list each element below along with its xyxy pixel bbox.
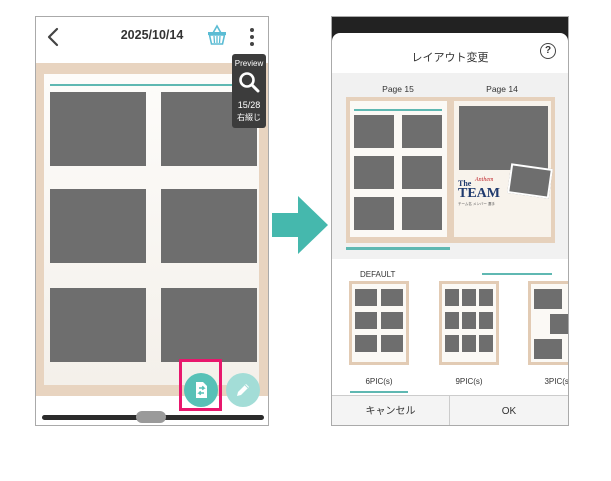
page-indicator: 15/28 xyxy=(237,100,261,110)
thumb-photo xyxy=(445,335,459,352)
more-vertical-icon[interactable] xyxy=(248,26,256,48)
thumb-photo xyxy=(550,314,568,334)
thumb-photo xyxy=(381,312,403,329)
default-label: DEFAULT xyxy=(360,270,396,279)
thumb-photo xyxy=(534,289,562,309)
thumb-photo xyxy=(534,339,562,359)
layout-option-label: 9PIC(s) xyxy=(455,377,483,386)
photo-slot xyxy=(354,156,394,189)
magnifier-icon xyxy=(239,72,260,93)
layout-sheet: レイアウト変更 ? Page 15 Page 14 The Anthem TEA… xyxy=(332,33,568,425)
thumb-photo xyxy=(462,312,476,329)
right-page-label: Page 14 xyxy=(486,84,518,94)
thumb-photo xyxy=(445,312,459,329)
title-line xyxy=(354,109,442,111)
cancel-button[interactable]: キャンセル xyxy=(332,396,450,425)
thumb-photo xyxy=(355,335,377,352)
sheet-title: レイアウト変更 xyxy=(411,52,489,64)
thumb-photo xyxy=(381,289,403,306)
thumb-photo xyxy=(462,289,476,306)
highlight-box xyxy=(179,359,222,411)
thumb-photo xyxy=(479,289,493,306)
preview-button[interactable]: Preview 15/28 右綴じ xyxy=(232,54,266,128)
photo-slot[interactable] xyxy=(50,288,146,362)
thumb-photo xyxy=(381,335,403,352)
photo-slot[interactable] xyxy=(50,92,146,166)
layout-option-6pic[interactable] xyxy=(349,281,409,365)
left-page xyxy=(350,101,447,237)
page-date-title: 2025/10/14 xyxy=(120,28,184,42)
photo-slot[interactable] xyxy=(161,189,257,263)
logo-brand: Anthem xyxy=(475,177,494,183)
thumb-photo xyxy=(479,335,493,352)
photo-slot xyxy=(459,106,548,170)
album-editor-screen: 2025/10/14 Preview 15/28 右綴じ xyxy=(35,16,269,426)
spread-preview: The Anthem TEAM チーム名 メンバー 選手 xyxy=(346,97,555,275)
photo-slot xyxy=(354,115,394,148)
sheet-footer: キャンセル OK xyxy=(332,395,568,425)
thumb-photo xyxy=(355,312,377,329)
photo-slot[interactable] xyxy=(161,288,257,362)
selected-page-indicator xyxy=(346,247,450,250)
layout-option-label: 6PIC(s) xyxy=(365,377,393,386)
layout-option-label: 3PIC(s) xyxy=(544,377,568,386)
photo-slot xyxy=(354,197,394,230)
layout-option-9pic[interactable] xyxy=(439,281,499,365)
pencil-icon xyxy=(237,384,249,396)
top-bar: 2025/10/14 xyxy=(36,17,268,57)
photo-slot xyxy=(402,197,442,230)
edit-button[interactable] xyxy=(226,373,260,407)
thumb-photo xyxy=(445,289,459,306)
thumb-photo xyxy=(479,312,493,329)
tilted-photo xyxy=(507,163,553,199)
photo-slot xyxy=(402,156,442,189)
preview-label: Preview xyxy=(234,59,264,68)
team-logo: The Anthem TEAM チーム名 メンバー 選手 xyxy=(458,177,508,211)
selected-layout-indicator xyxy=(350,391,408,393)
left-page-label: Page 15 xyxy=(382,84,414,94)
binding-direction: 右綴じ xyxy=(237,113,261,122)
thumb-photo xyxy=(355,289,377,306)
layout-change-screen: レイアウト変更 ? Page 15 Page 14 The Anthem TEA… xyxy=(331,16,569,426)
title-line xyxy=(50,84,249,86)
logo-team: TEAM xyxy=(458,186,500,201)
right-arrow-icon xyxy=(272,196,328,254)
footer-line xyxy=(482,273,552,275)
basket-icon[interactable] xyxy=(206,23,228,47)
help-icon[interactable]: ? xyxy=(540,43,556,59)
scrollbar-thumb[interactable] xyxy=(136,411,166,423)
ok-button[interactable]: OK xyxy=(450,396,568,425)
thumb-photo xyxy=(462,335,476,352)
logo-tagline: チーム名 メンバー 選手 xyxy=(458,202,495,206)
photo-slot[interactable] xyxy=(50,189,146,263)
photo-slot xyxy=(402,115,442,148)
layout-option-3pic[interactable] xyxy=(528,281,568,365)
